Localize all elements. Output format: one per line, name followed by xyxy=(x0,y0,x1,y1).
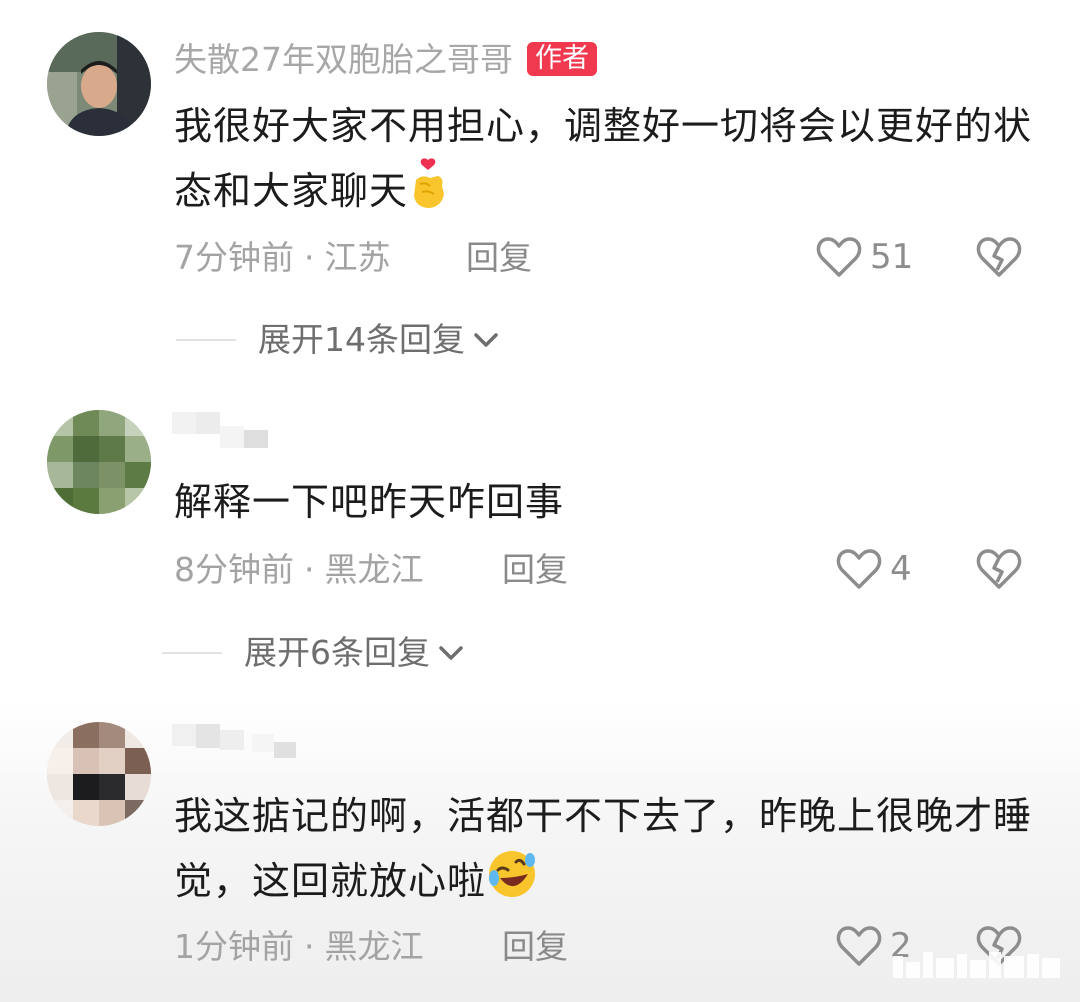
watermark xyxy=(893,952,1060,978)
heart-icon xyxy=(836,926,882,966)
rofl-emoji-icon xyxy=(486,848,538,919)
comment-text: 我这掂记的啊，活都干不下去了，昨晚上很晚才睡觉，这回就放心啦 xyxy=(174,794,1033,903)
comment-time: 1分钟前 xyxy=(174,927,294,966)
comment-item: 我这掂记的啊，活都干不下去了，昨晚上很晚才睡觉，这回就放心啦 1分钟前 · 黑龙江 … xyxy=(0,0,1080,1002)
reply-button[interactable]: 回复 xyxy=(502,930,568,963)
comment-location: 黑龙江 xyxy=(324,927,424,966)
username[interactable] xyxy=(172,724,296,758)
meta-separator: · xyxy=(304,927,315,966)
avatar[interactable] xyxy=(47,722,151,826)
